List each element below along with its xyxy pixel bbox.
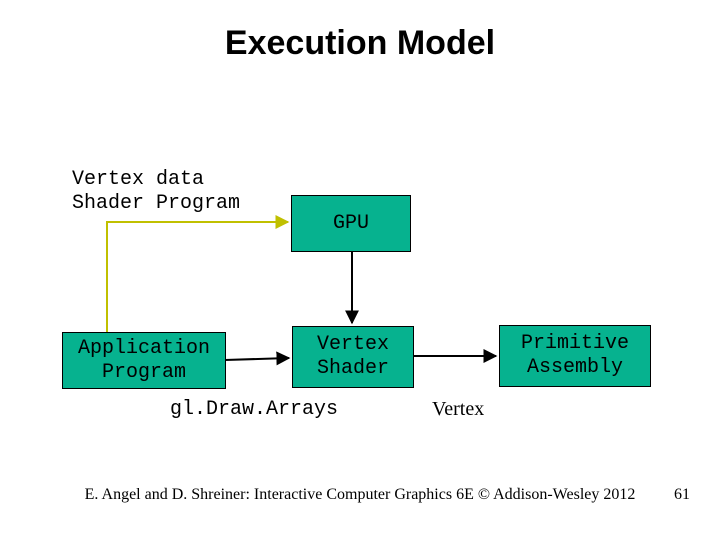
node-primitive-assembly: Primitive Assembly — [499, 325, 651, 387]
node-application-program-label: Application Program — [78, 337, 210, 385]
node-vertex-shader-label: Vertex Shader — [317, 333, 389, 381]
label-vertex-data: Vertex data — [72, 168, 204, 191]
page-number: 61 — [674, 486, 690, 504]
node-vertex-shader: Vertex Shader — [292, 326, 414, 388]
node-gpu-label: GPU — [333, 212, 369, 236]
footer-citation: E. Angel and D. Shreiner: Interactive Co… — [0, 486, 720, 504]
label-vertex-output: Vertex — [432, 398, 484, 421]
label-gl-draw-arrays: gl.Draw.Arrays — [170, 398, 338, 421]
node-application-program: Application Program — [62, 332, 226, 389]
node-primitive-assembly-label: Primitive Assembly — [521, 332, 629, 380]
diagram-arrows — [0, 0, 720, 540]
slide-title: Execution Model — [0, 24, 720, 63]
label-shader-program: Shader Program — [72, 192, 240, 215]
node-gpu: GPU — [291, 195, 411, 252]
